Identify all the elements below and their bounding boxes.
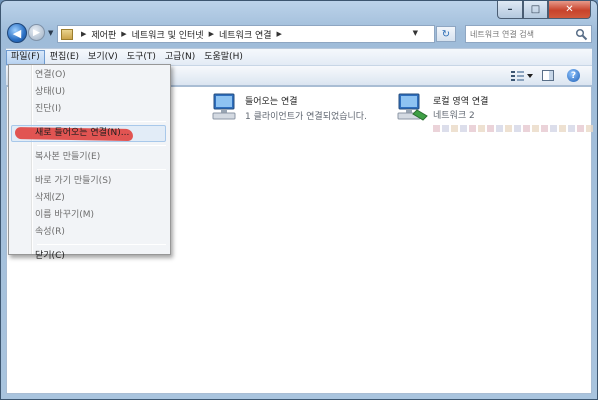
search-box[interactable] <box>465 25 592 43</box>
recent-pages-dropdown-icon[interactable]: ▼ <box>48 29 53 37</box>
menu-item-new-incoming-connection[interactable]: 새로 들어오는 연결(N)... <box>11 125 168 142</box>
menu-bar: 파일(F) 편집(E) 보기(V) 도구(T) 고급(N) 도움말(H) <box>6 48 592 65</box>
menu-separator <box>37 244 166 245</box>
connection-name: 로컬 영역 연결 <box>433 97 489 107</box>
help-icon[interactable]: ? <box>567 69 580 82</box>
view-options-icon[interactable] <box>510 70 534 82</box>
menu-item-duplicate[interactable]: 복사본 만들기(E) <box>11 149 168 166</box>
navigation-row: ◀ ▶ ▼ ▶ 제어판 ▶ 네트워크 및 인터넷 ▶ 네트워크 연결 ▶ ▼ ↻ <box>6 23 592 46</box>
search-input[interactable] <box>466 26 570 42</box>
menu-item-properties[interactable]: 속성(R) <box>11 224 168 241</box>
back-arrow-icon[interactable]: ◀ <box>7 23 27 43</box>
menu-item-connect[interactable]: 연결(O) <box>11 67 168 84</box>
menu-separator <box>37 121 166 122</box>
menu-item-close[interactable]: 닫기(C) <box>11 248 168 265</box>
chevron-right-icon[interactable]: ▶ <box>277 30 282 38</box>
menu-separator <box>37 145 166 146</box>
file-menu-dropdown: 연결(O) 상태(U) 진단(I) 새로 들어오는 연결(N)... 복사본 만… <box>8 64 171 261</box>
breadcrumb-network-internet[interactable]: 네트워크 및 인터넷 <box>132 28 204 41</box>
network-computer-icon <box>212 93 236 120</box>
menu-view[interactable]: 보기(V) <box>84 50 122 65</box>
menu-separator <box>37 169 166 170</box>
connection-incoming[interactable]: 들어오는 연결 1 클라이언트가 연결되었습니다. <box>207 92 367 122</box>
search-icon[interactable] <box>575 28 588 41</box>
connection-name: 들어오는 연결 <box>245 97 298 107</box>
blurred-adapter-name <box>433 125 593 133</box>
maximize-button[interactable]: □ <box>523 1 548 19</box>
close-button[interactable]: ✕ <box>548 1 591 19</box>
menu-edit[interactable]: 편집(E) <box>46 50 83 65</box>
menu-advanced[interactable]: 고급(N) <box>161 50 199 65</box>
menu-item-create-shortcut[interactable]: 바로 가기 만들기(S) <box>11 173 168 190</box>
connection-status: 1 클라이언트가 연결되었습니다. <box>245 112 367 122</box>
menu-item-status[interactable]: 상태(U) <box>11 84 168 101</box>
minimize-button[interactable]: – <box>497 1 523 19</box>
preview-pane-icon[interactable] <box>542 70 554 81</box>
chevron-right-icon[interactable]: ▶ <box>121 30 126 38</box>
control-panel-icon <box>61 28 73 40</box>
breadcrumb-network-connections[interactable]: 네트워크 연결 <box>219 28 272 41</box>
menu-tools[interactable]: 도구(T) <box>123 50 160 65</box>
menu-item-delete[interactable]: 삭제(Z) <box>11 190 168 207</box>
address-bar[interactable]: ▶ 제어판 ▶ 네트워크 및 인터넷 ▶ 네트워크 연결 ▶ ▼ <box>57 25 435 43</box>
breadcrumb-control-panel[interactable]: 제어판 <box>91 28 116 41</box>
chevron-right-icon[interactable]: ▶ <box>81 30 86 38</box>
chevron-right-icon[interactable]: ▶ <box>209 30 214 38</box>
menu-file[interactable]: 파일(F) <box>6 49 45 65</box>
menu-help[interactable]: 도움말(H) <box>200 50 247 65</box>
connection-local-area[interactable]: 로컬 영역 연결 네트워크 2 <box>395 92 593 133</box>
address-dropdown-icon[interactable]: ▼ <box>413 29 418 37</box>
connection-network: 네트워크 2 <box>433 111 475 121</box>
menu-item-rename[interactable]: 이름 바꾸기(M) <box>11 207 168 224</box>
refresh-icon[interactable]: ↻ <box>436 26 456 42</box>
caption-buttons: – □ ✕ <box>497 1 591 19</box>
network-adapter-icon <box>397 93 428 121</box>
forward-arrow-icon[interactable]: ▶ <box>28 24 45 41</box>
menu-item-diagnose[interactable]: 진단(I) <box>11 101 168 118</box>
